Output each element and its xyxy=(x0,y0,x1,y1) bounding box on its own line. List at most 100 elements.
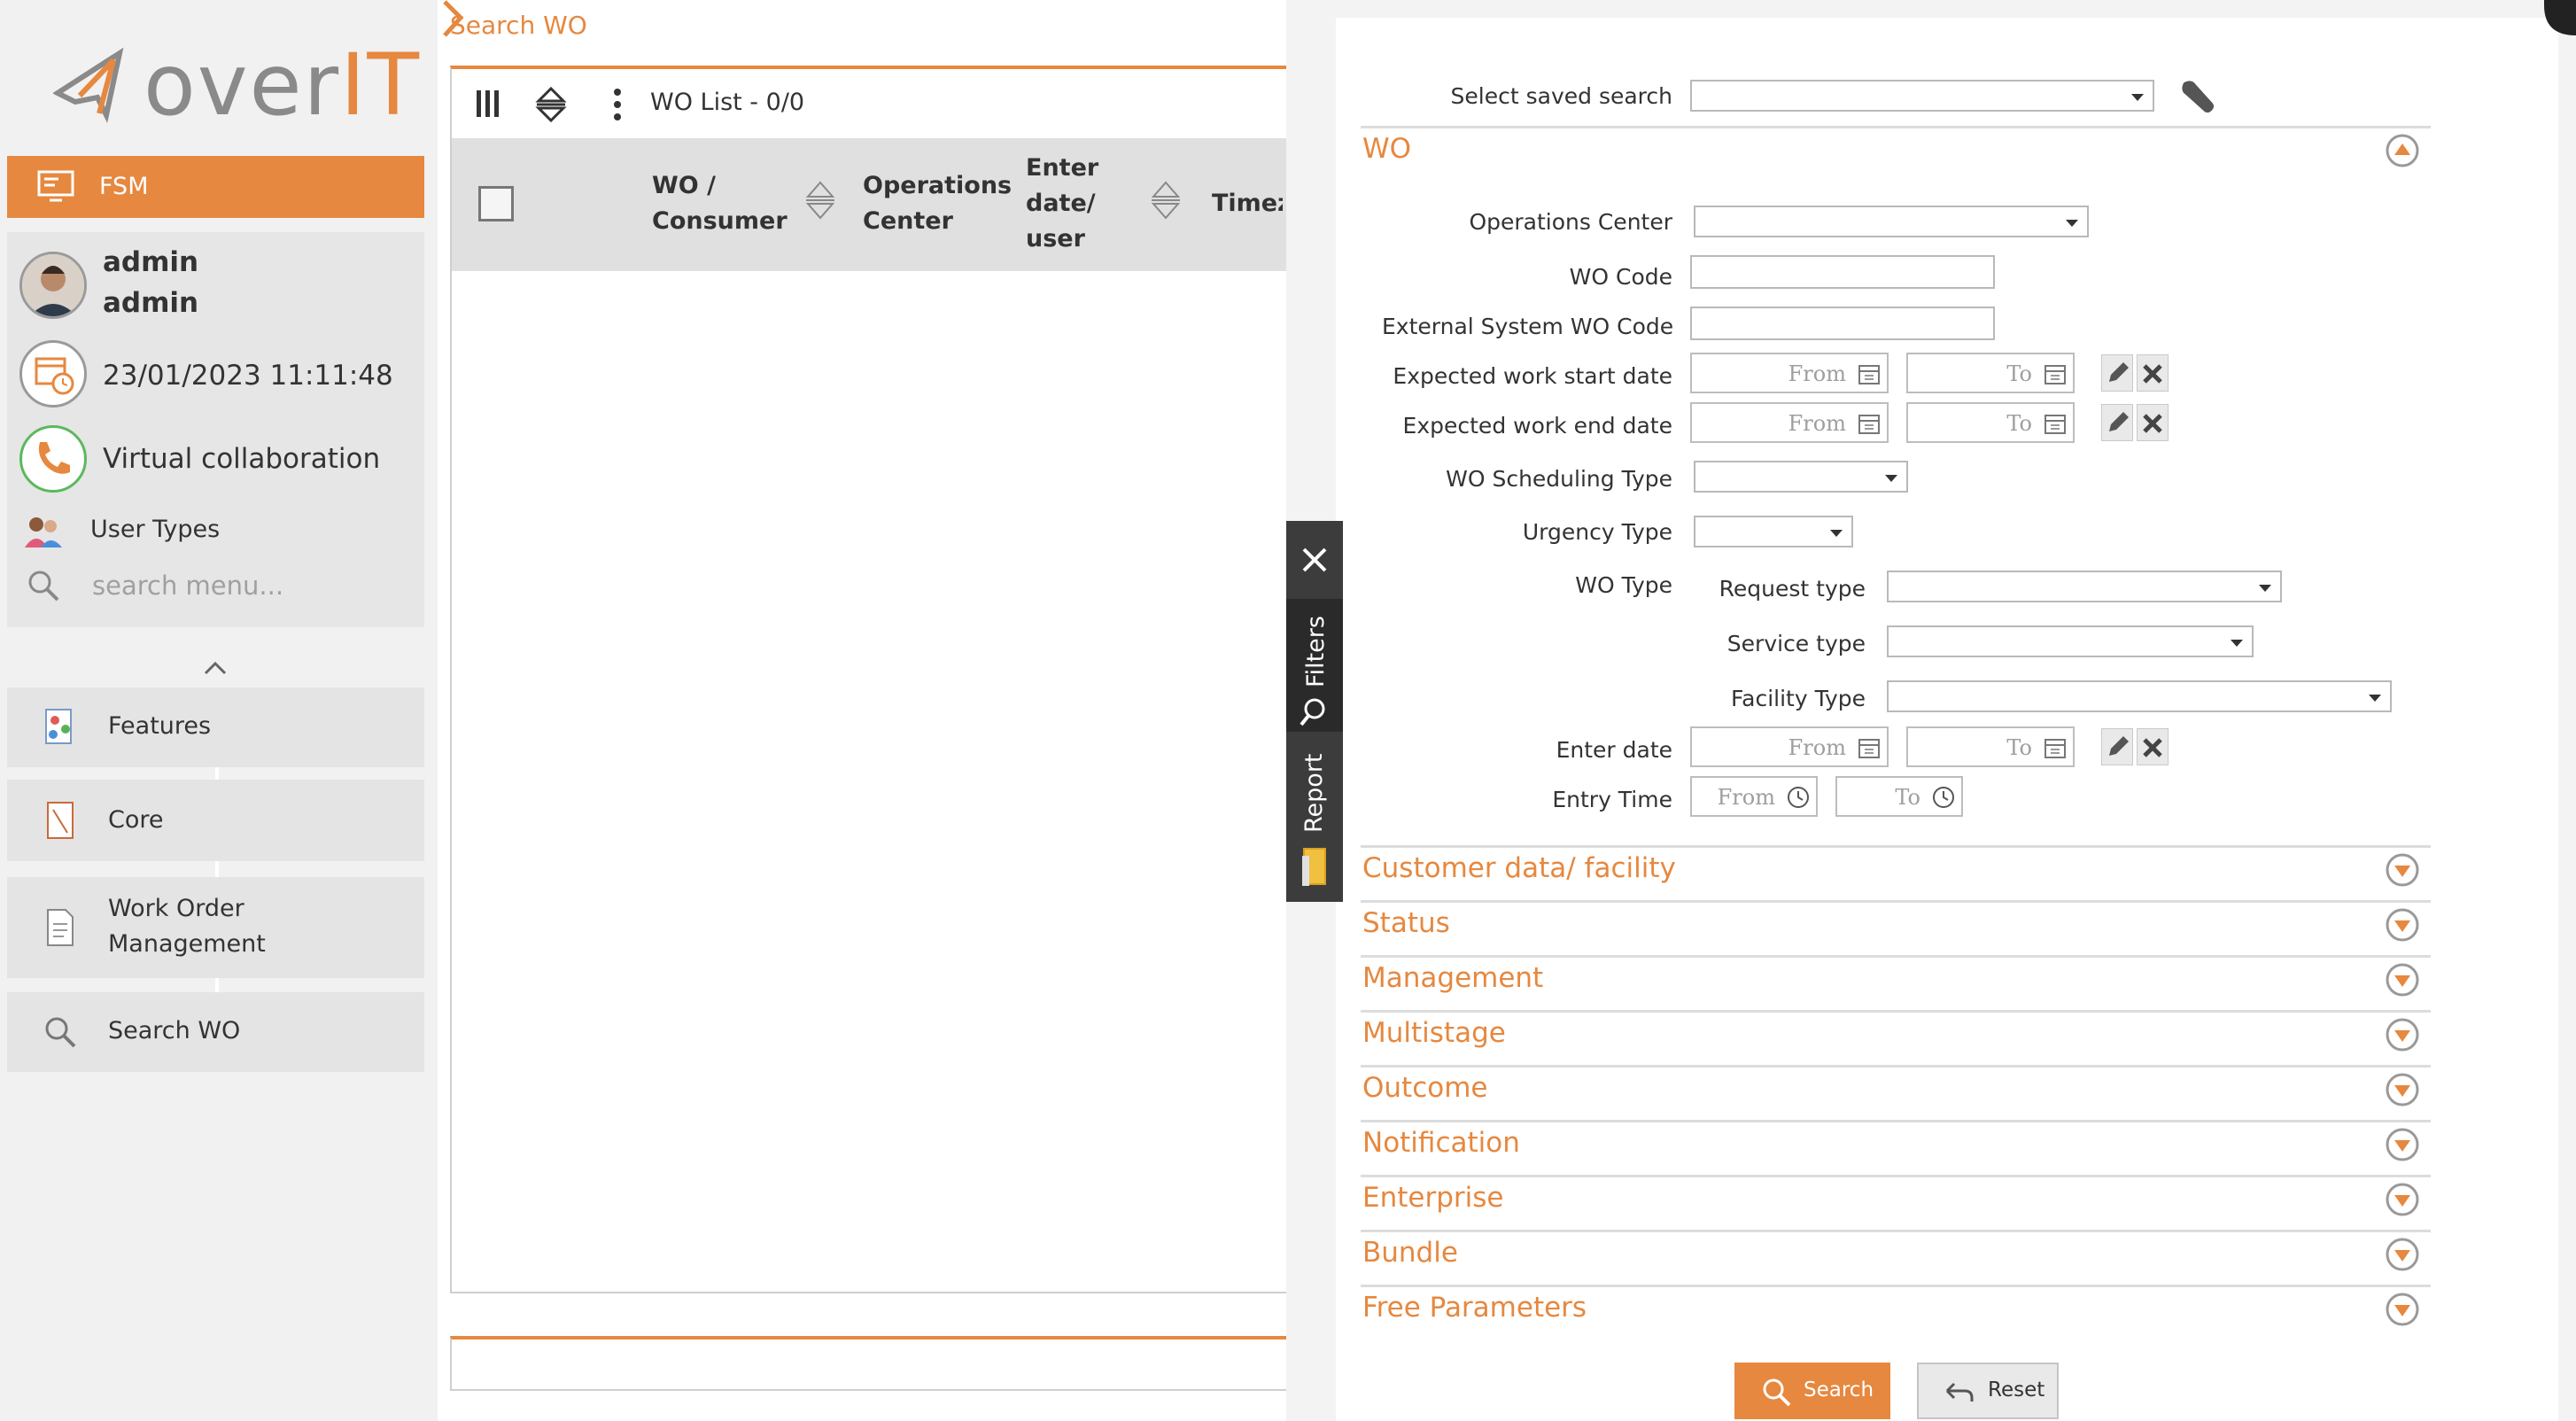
column-header-enter-date-user[interactable]: Enter date/ user xyxy=(1026,151,1114,257)
expand-down-icon[interactable] xyxy=(2385,1182,2420,1217)
entry-time-to[interactable]: To xyxy=(1835,776,1963,817)
operations-center-select[interactable] xyxy=(1694,206,2089,237)
features-icon xyxy=(45,709,72,744)
sort-column-icon[interactable] xyxy=(803,177,838,223)
pencil-icon xyxy=(2109,412,2129,431)
wo-list-panel: WO List - 0/0 WO / Consumer Operations C… xyxy=(450,66,1292,1293)
calendar-icon[interactable] xyxy=(2043,735,2068,760)
search-menu-input[interactable]: search menu... xyxy=(92,571,283,601)
expected-end-date-from[interactable]: From xyxy=(1690,402,1889,443)
entry-time-from[interactable]: From xyxy=(1690,776,1818,817)
user-panel: admin admin 23/01/2023 11:11:48 Virtual … xyxy=(7,232,424,627)
external-code-label: External System WO Code xyxy=(1382,314,1674,339)
date-to-placeholder: To xyxy=(2006,411,2032,436)
clock-icon[interactable] xyxy=(1786,785,1811,810)
virtual-collaboration-link[interactable]: Virtual collaboration xyxy=(103,443,380,475)
expected-start-date-from[interactable]: From xyxy=(1690,353,1889,393)
menu-item-search-wo[interactable]: Search WO xyxy=(7,992,424,1072)
scheduling-type-select[interactable] xyxy=(1694,461,1908,493)
search-button[interactable]: Search xyxy=(1734,1363,1890,1419)
column-header-wo-consumer[interactable]: WO / Consumer xyxy=(652,168,803,239)
edit-button[interactable] xyxy=(2101,404,2133,441)
panel-corner-handle-icon[interactable] xyxy=(2535,0,2576,35)
clear-x-icon xyxy=(2143,364,2162,384)
section-outcome-title[interactable]: Outcome xyxy=(1362,1072,1487,1104)
clock-icon[interactable] xyxy=(1931,785,1956,810)
section-divider xyxy=(1361,1065,2431,1068)
section-free-parameters-title[interactable]: Free Parameters xyxy=(1362,1292,1587,1324)
expected-end-date-to[interactable]: To xyxy=(1906,402,2075,443)
section-multistage-title[interactable]: Multistage xyxy=(1362,1017,1506,1049)
enter-date-from[interactable]: From xyxy=(1690,726,1889,767)
expected-start-date-label: Expected work start date xyxy=(1393,363,1672,389)
more-vert-icon[interactable] xyxy=(611,87,624,122)
search-icon xyxy=(45,1017,76,1048)
menu-connector xyxy=(215,978,219,992)
expand-down-icon[interactable] xyxy=(2385,1237,2420,1272)
section-customer-data-title[interactable]: Customer data/ facility xyxy=(1362,852,1676,884)
date-from-placeholder: From xyxy=(1788,411,1846,436)
calendar-icon[interactable] xyxy=(2043,361,2068,386)
chevron-up-icon[interactable] xyxy=(200,657,230,679)
tab-filters[interactable]: Filters xyxy=(1286,599,1343,732)
section-notification-title[interactable]: Notification xyxy=(1362,1127,1520,1159)
wrench-icon[interactable] xyxy=(2177,76,2216,115)
enter-date-to[interactable]: To xyxy=(1906,726,2075,767)
chevron-down-icon xyxy=(2369,695,2381,702)
collapse-up-icon[interactable] xyxy=(2385,133,2420,168)
avatar[interactable] xyxy=(19,252,87,319)
reset-button[interactable]: Reset xyxy=(1917,1363,2059,1419)
menu-item-core[interactable]: Core xyxy=(7,780,424,861)
calendar-icon[interactable] xyxy=(1857,735,1882,760)
edit-button[interactable] xyxy=(2101,728,2133,765)
request-type-select[interactable] xyxy=(1887,571,2282,602)
expand-down-icon[interactable] xyxy=(2385,1017,2420,1052)
menu-item-features[interactable]: Features xyxy=(7,687,424,767)
external-code-input[interactable] xyxy=(1690,307,1995,340)
operations-center-label: Operations Center xyxy=(1469,209,1672,235)
section-bundle-title[interactable]: Bundle xyxy=(1362,1237,1458,1269)
pencil-icon xyxy=(2109,736,2129,756)
saved-search-select[interactable] xyxy=(1690,80,2154,112)
column-header-operations-center[interactable]: Operations Center xyxy=(863,168,1013,239)
menu-item-work-order-management[interactable]: Work Order Management xyxy=(7,877,424,978)
expand-down-icon[interactable] xyxy=(2385,907,2420,943)
sort-icon[interactable] xyxy=(533,85,569,124)
facility-type-select[interactable] xyxy=(1887,680,2392,712)
scheduling-type-label: WO Scheduling Type xyxy=(1446,466,1672,492)
user-types-link[interactable]: User Types xyxy=(90,516,220,543)
close-icon[interactable] xyxy=(1300,546,1329,574)
section-wo-title[interactable]: WO xyxy=(1362,133,1411,165)
service-type-select[interactable] xyxy=(1887,625,2254,657)
column-header-timezone[interactable]: Timeze xyxy=(1212,186,1283,221)
entry-time-label: Entry Time xyxy=(1552,787,1672,812)
phone-icon[interactable] xyxy=(19,425,87,493)
expand-down-icon[interactable] xyxy=(2385,962,2420,998)
calendar-icon[interactable] xyxy=(1857,361,1882,386)
date-from-placeholder: From xyxy=(1788,735,1846,760)
calendar-icon[interactable] xyxy=(2043,411,2068,436)
expand-down-icon[interactable] xyxy=(2385,1292,2420,1327)
expand-down-icon[interactable] xyxy=(2385,852,2420,888)
wo-code-label: WO Code xyxy=(1569,264,1672,290)
sort-column-icon[interactable] xyxy=(1148,177,1183,223)
urgency-type-select[interactable] xyxy=(1694,516,1853,547)
edit-button[interactable] xyxy=(2101,354,2133,392)
fsm-app-button[interactable]: FSM xyxy=(7,156,424,218)
clear-button[interactable] xyxy=(2137,728,2169,765)
breadcrumb-text[interactable]: Search WO xyxy=(450,11,587,40)
clear-button[interactable] xyxy=(2137,354,2169,392)
tab-report[interactable]: Report xyxy=(1286,742,1343,898)
section-status-title[interactable]: Status xyxy=(1362,907,1450,939)
columns-icon[interactable] xyxy=(475,89,501,119)
expected-start-date-to[interactable]: To xyxy=(1906,353,2075,393)
wo-code-input[interactable] xyxy=(1690,255,1995,289)
expand-down-icon[interactable] xyxy=(2385,1127,2420,1162)
report-icon xyxy=(1302,848,1326,886)
section-enterprise-title[interactable]: Enterprise xyxy=(1362,1182,1503,1214)
select-all-checkbox[interactable] xyxy=(478,186,514,221)
clear-button[interactable] xyxy=(2137,404,2169,441)
section-management-title[interactable]: Management xyxy=(1362,962,1543,994)
expand-down-icon[interactable] xyxy=(2385,1072,2420,1107)
calendar-icon[interactable] xyxy=(1857,411,1882,436)
